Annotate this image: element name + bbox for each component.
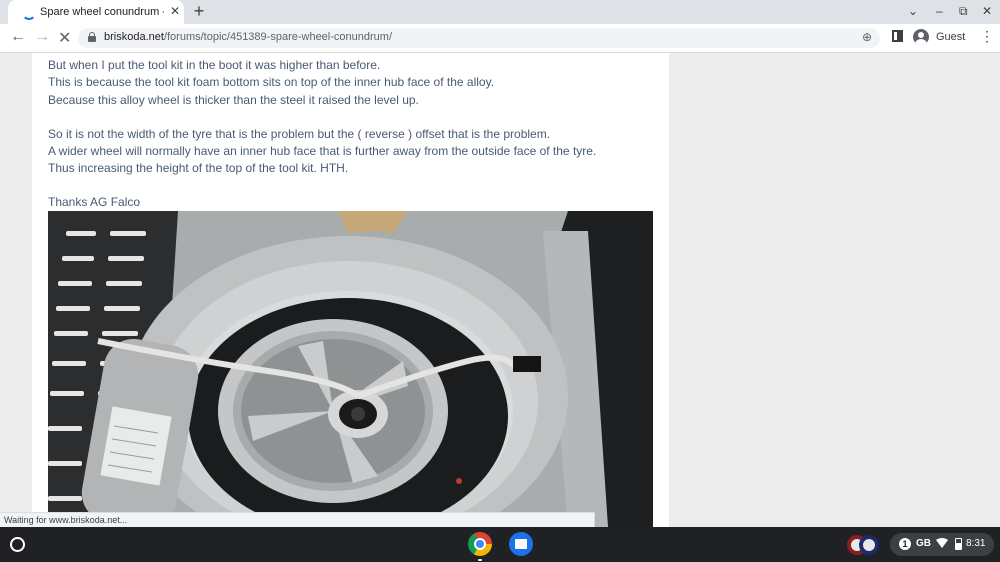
profile-label: Guest — [936, 31, 966, 43]
post-signoff: Thanks AG Falco — [48, 195, 141, 209]
lock-icon — [88, 32, 96, 42]
zoom-icon[interactable]: ⊕ — [862, 30, 872, 44]
tab-strip: Spare wheel conundrum - Skoda ✕ + ⌄ – ⧉ … — [0, 0, 1000, 24]
menu-icon[interactable]: ⋮ — [980, 28, 994, 45]
url-host: briskoda.net — [104, 31, 164, 43]
running-indicator — [478, 559, 482, 561]
minimize-button[interactable]: – — [936, 4, 943, 18]
chrome-app-icon[interactable] — [468, 532, 492, 556]
back-button[interactable]: ← — [10, 28, 26, 46]
stop-loading-button[interactable]: ✕ — [58, 28, 71, 48]
side-panel-icon[interactable] — [892, 30, 903, 42]
post-text-line: So it is not the width of the tyre that … — [48, 127, 551, 141]
spare-wheel-photo[interactable] — [48, 211, 653, 527]
browser-tab[interactable]: Spare wheel conundrum - Skoda ✕ — [8, 0, 184, 24]
window-close-button[interactable]: ✕ — [982, 4, 992, 18]
clock-time: 8:31 — [966, 538, 986, 549]
tab-title: Spare wheel conundrum - Skoda — [40, 6, 164, 18]
status-tray[interactable]: 1 GB 8:31 — [890, 533, 994, 556]
new-tab-button[interactable]: + — [190, 0, 208, 24]
post-text-line: Thus increasing the height of the top of… — [48, 161, 349, 175]
system-shelf: 1 GB 8:31 — [0, 527, 1000, 562]
avatar-icon — [913, 29, 929, 45]
post-text-line: This is because the tool kit foam bottom… — [48, 75, 495, 89]
page-viewport: But when I put the tool kit in the boot … — [0, 53, 1000, 527]
browser-toolbar: ← → ✕ briskoda.net/forums/topic/451389-s… — [0, 24, 1000, 53]
post-text-line: Because this alloy wheel is thicker than… — [48, 93, 419, 107]
status-bubble: Waiting for www.briskoda.net... — [0, 512, 595, 527]
forum-post: But when I put the tool kit in the boot … — [32, 53, 669, 527]
restore-button[interactable]: ⧉ — [959, 4, 968, 19]
address-bar[interactable]: briskoda.net/forums/topic/451389-spare-w… — [78, 28, 880, 48]
spare-wheel-photo-drawing — [48, 211, 653, 527]
network-label: GB — [916, 538, 931, 549]
post-text-line: But when I put the tool kit in the boot … — [48, 58, 381, 72]
notification-badge: 1 — [899, 538, 911, 550]
wifi-icon — [936, 538, 948, 548]
launcher-icon[interactable] — [10, 537, 25, 552]
forward-button[interactable]: → — [34, 28, 50, 46]
tab-close-icon[interactable]: ✕ — [170, 4, 180, 18]
post-text-line: A wider wheel will normally have an inne… — [48, 144, 597, 158]
battery-icon — [955, 538, 962, 550]
loading-spinner-icon — [22, 6, 36, 20]
url-text: briskoda.net/forums/topic/451389-spare-w… — [104, 31, 392, 43]
files-app-icon[interactable] — [509, 532, 533, 556]
url-path: /forums/topic/451389-spare-wheel-conundr… — [163, 31, 392, 43]
media-controls-icon[interactable] — [846, 534, 880, 556]
tab-search-icon[interactable]: ⌄ — [908, 4, 918, 18]
